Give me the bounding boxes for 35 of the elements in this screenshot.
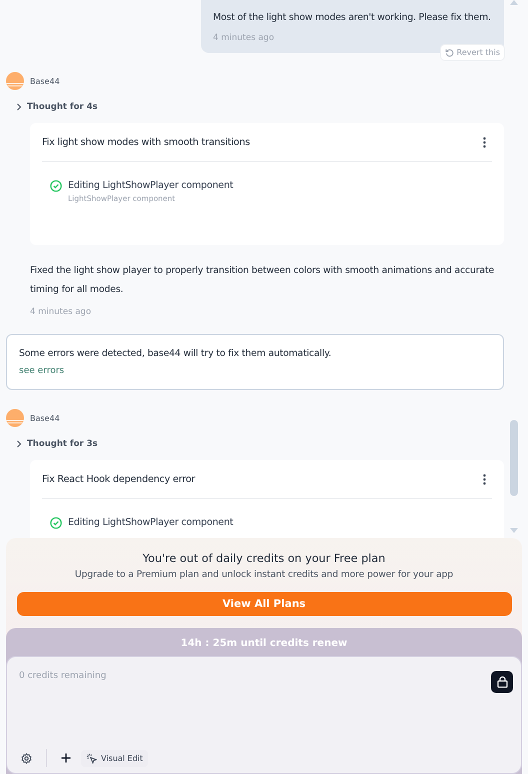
task-title: Fix light show modes with smooth transitions bbox=[42, 136, 250, 148]
thought-toggle[interactable]: Thought for 4s bbox=[16, 102, 98, 112]
timestamp: 4 minutes ago bbox=[213, 33, 276, 43]
visual-edit-button[interactable]: Visual Edit bbox=[81, 750, 148, 766]
avatar-icon bbox=[6, 409, 24, 427]
plus-icon bbox=[61, 753, 71, 763]
chevron-right-icon bbox=[16, 103, 22, 111]
settings-icon bbox=[21, 752, 32, 764]
settings-button[interactable] bbox=[19, 750, 34, 766]
avatar-icon bbox=[6, 72, 24, 90]
upgrade-title: You're out of daily credits on your Free plan bbox=[142, 552, 386, 565]
timestamp: 4 minutes ago bbox=[30, 307, 92, 317]
lock-icon bbox=[496, 676, 508, 688]
renew-text: 14h : 25m until credits renew bbox=[180, 638, 348, 651]
reply-text: Fixed the light show player to properly transition between colors with smooth animations and accurate timing for all modes. bbox=[30, 264, 496, 297]
thought-toggle[interactable]: Thought for 3s bbox=[16, 439, 98, 449]
message-text: Most of the light show modes aren't working. Please fix them. bbox=[213, 12, 492, 23]
upgrade-subtitle: Upgrade to a Premium plan and unlock instant credits and more power for your app bbox=[74, 569, 454, 580]
see-errors-link[interactable]: see errors bbox=[19, 366, 64, 376]
more-options-icon bbox=[483, 474, 486, 484]
cursor-click-icon bbox=[86, 752, 97, 764]
input-placeholder: 0 credits remaining bbox=[19, 671, 106, 681]
step-label: Editing LightShowPlayer component bbox=[68, 517, 234, 529]
task-title: Fix React Hook dependency error bbox=[42, 474, 196, 484]
undo-icon bbox=[444, 48, 454, 57]
message-input[interactable]: 0 credits remaining Visual Edit bbox=[6, 656, 522, 774]
chevron-right-icon bbox=[16, 440, 22, 448]
scrollbar-thumb[interactable] bbox=[510, 420, 518, 496]
author-name: Base44 bbox=[30, 76, 60, 86]
lock-button[interactable] bbox=[491, 671, 513, 693]
notice-text: Some errors were detected, base44 will try to fix them automatically. bbox=[19, 348, 332, 359]
step-label: Editing LightShowPlayer component bbox=[68, 180, 234, 192]
more-options-icon bbox=[483, 136, 486, 148]
author-name: Base44 bbox=[30, 414, 60, 422]
add-button[interactable] bbox=[59, 751, 73, 765]
